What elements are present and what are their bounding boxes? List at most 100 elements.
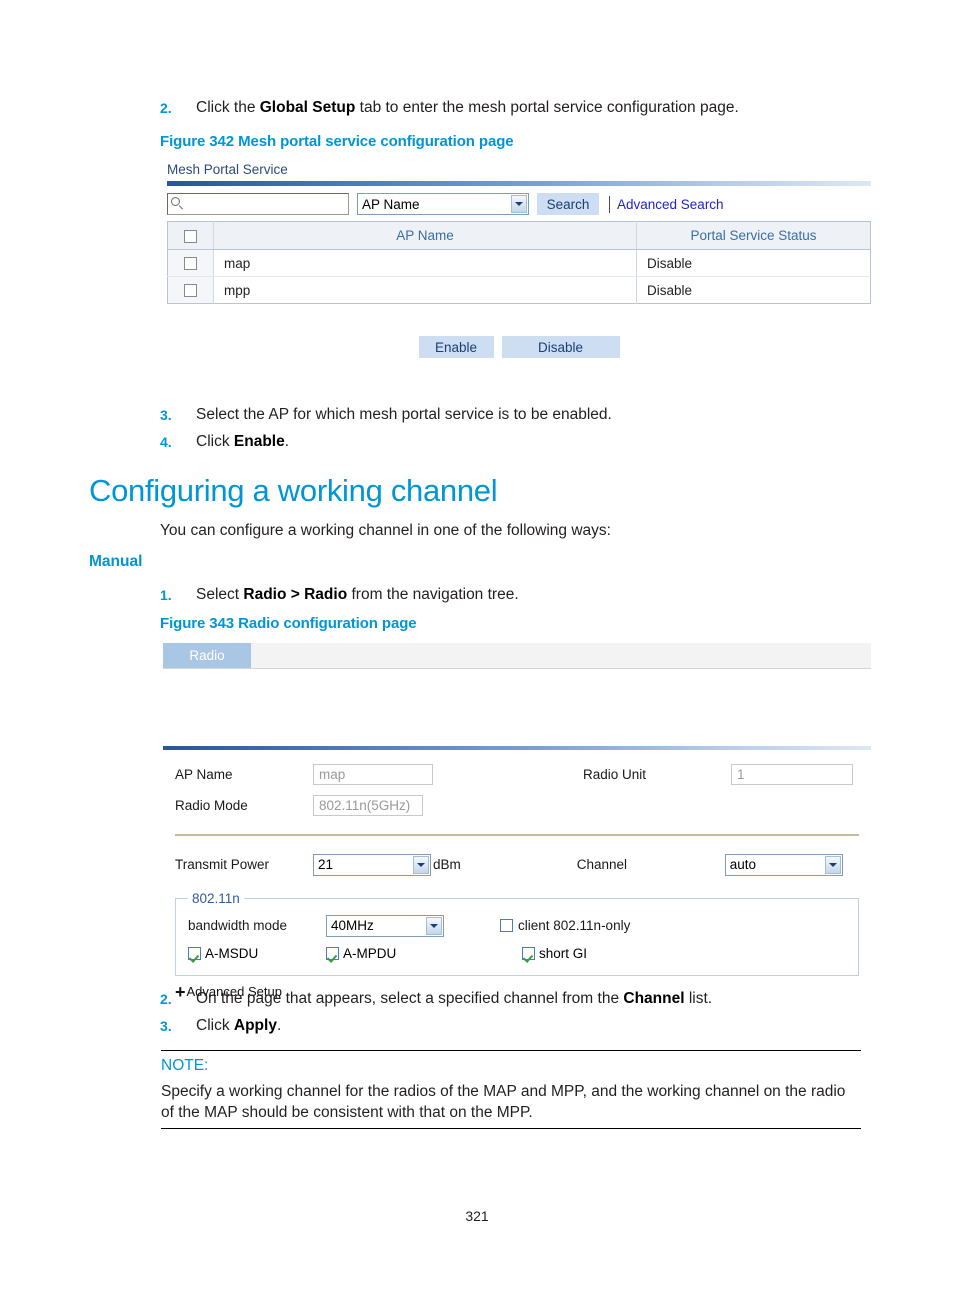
step-4: 4. Click Enable. xyxy=(160,432,880,452)
step-text: Select the AP for which mesh portal serv… xyxy=(196,406,612,423)
search-input[interactable] xyxy=(167,193,349,215)
row-bandwidth-mode: bandwidth mode 40MHz client 802.11n-only xyxy=(188,910,846,941)
row-checkbox[interactable] xyxy=(183,257,197,271)
form-divider xyxy=(175,834,859,836)
step-number: 2. xyxy=(160,991,172,1007)
step-number: 3. xyxy=(160,407,172,423)
short-gi-label: short GI xyxy=(539,946,588,961)
table-action-buttons: Enable Disable xyxy=(167,336,871,358)
step-text: Click Enable. xyxy=(196,432,880,452)
figure-342-caption: Figure 342 Mesh portal service configura… xyxy=(160,133,514,150)
amsdu-label: A-MSDU xyxy=(205,946,259,961)
transmit-power-select[interactable]: 21 xyxy=(313,853,431,876)
note-label: NOTE: xyxy=(161,1057,209,1074)
short-gi-checkbox[interactable] xyxy=(522,947,535,960)
step-text-before: Click the xyxy=(196,99,260,116)
cell-portal-service-status: Disable xyxy=(636,249,871,277)
ap-name-field: map xyxy=(313,764,433,785)
short-gi-checkbox-group[interactable]: short GI xyxy=(522,946,587,961)
radio-mode-label: Radio Mode xyxy=(175,798,248,813)
radio-configuration-screenshot: Radio AP Name map Radio Unit 1 Radio Mod… xyxy=(163,643,871,1001)
step-text-after: tab to enter the mesh portal service con… xyxy=(355,99,739,116)
step-text-before: On the page that appears, select a speci… xyxy=(196,990,624,1007)
ampdu-checkbox[interactable] xyxy=(326,947,339,960)
step-text-bold: Global Setup xyxy=(259,99,356,116)
table-row[interactable]: mpp Disable xyxy=(167,276,871,304)
step-text-bold: Apply xyxy=(233,1017,277,1034)
disable-button[interactable]: Disable xyxy=(501,336,620,358)
dot11n-group: 802.11n bandwidth mode 40MHz client 802.… xyxy=(175,891,859,976)
channel-select[interactable]: auto xyxy=(724,853,843,876)
row-aggregation-checkboxes: A-MSDU A-MPDU short GI xyxy=(188,941,846,966)
amsdu-checkbox-group[interactable]: A-MSDU xyxy=(188,946,326,961)
step-text-bold: Channel xyxy=(623,990,685,1007)
form-power-channel: Transmit Power 21 dBm Channel auto xyxy=(163,840,871,885)
step-text: Select Radio > Radio from the navigation… xyxy=(196,585,880,605)
step-text: Click the Global Setup tab to enter the … xyxy=(196,98,880,118)
column-header-ap-name[interactable]: AP Name xyxy=(213,221,637,250)
tab-radio[interactable]: Radio xyxy=(163,643,251,668)
chevron-down-icon xyxy=(511,195,527,213)
client-n-only-label: client 802.11n-only xyxy=(518,918,631,933)
chevron-down-icon xyxy=(426,916,442,935)
step-number: 4. xyxy=(160,434,172,450)
row-select-cell xyxy=(167,276,214,304)
row-checkbox[interactable] xyxy=(183,284,197,298)
table-row[interactable]: map Disable xyxy=(167,249,871,277)
search-field-select[interactable]: AP Name xyxy=(357,193,529,215)
transmit-power-label: Transmit Power xyxy=(175,857,270,872)
ap-name-label: AP Name xyxy=(175,767,233,782)
step-text-bold: Radio > Radio xyxy=(243,586,348,603)
search-toolbar: AP Name Search Advanced Search xyxy=(167,186,871,221)
search-icon xyxy=(171,197,180,206)
chevron-down-icon xyxy=(824,855,841,874)
step-1-radio: 1. Select Radio > Radio from the navigat… xyxy=(160,585,880,605)
page-title: Configuring a working channel xyxy=(89,473,498,508)
step-text-after: list. xyxy=(684,990,713,1007)
client-n-only-checkbox-group[interactable]: client 802.11n-only xyxy=(500,918,630,933)
transmit-power-unit: dBm xyxy=(433,857,461,872)
search-button[interactable]: Search xyxy=(537,193,599,215)
enable-button[interactable]: Enable xyxy=(418,336,494,358)
step-2-bottom: 2. On the page that appears, select a sp… xyxy=(160,989,880,1009)
ap-table: AP Name Portal Service Status map Disabl… xyxy=(167,221,871,304)
amsdu-checkbox[interactable] xyxy=(188,947,201,960)
row-ap-name: AP Name map Radio Unit 1 xyxy=(175,759,859,790)
row-radio-mode: Radio Mode 802.11n(5GHz) xyxy=(175,790,859,821)
step-2-top: 2. Click the Global Setup tab to enter t… xyxy=(160,98,880,118)
section-intro: You can configure a working channel in o… xyxy=(160,522,611,539)
page-number: 321 xyxy=(465,1208,489,1224)
figure-343-caption: Figure 343 Radio configuration page xyxy=(160,615,417,632)
advanced-search-link[interactable]: Advanced Search xyxy=(617,197,724,212)
column-header-portal-service-status[interactable]: Portal Service Status xyxy=(636,221,871,250)
transmit-power-value: 21 xyxy=(318,857,334,872)
table-header-row: AP Name Portal Service Status xyxy=(167,221,871,250)
step-text-before: Click xyxy=(196,1017,234,1034)
client-n-only-checkbox[interactable] xyxy=(500,919,513,932)
tab-bar: Radio xyxy=(163,643,871,669)
bandwidth-mode-value: 40MHz xyxy=(331,918,374,933)
panel-title: Mesh Portal Service xyxy=(167,162,288,177)
dot11n-legend: 802.11n xyxy=(192,891,240,906)
step-3-bottom: 3. Click Apply. xyxy=(160,1016,880,1036)
step-text-bold: Enable xyxy=(233,433,285,450)
cell-ap-name: map xyxy=(213,249,637,277)
step-text-after: . xyxy=(284,433,290,450)
step-number: 2. xyxy=(160,100,172,116)
radio-mode-field: 802.11n(5GHz) xyxy=(313,795,423,816)
channel-label: Channel xyxy=(576,857,628,872)
chevron-down-icon xyxy=(413,855,429,874)
step-text-after: . xyxy=(276,1017,282,1034)
cell-portal-service-status: Disable xyxy=(636,276,871,304)
bandwidth-mode-select[interactable]: 40MHz xyxy=(326,914,444,937)
select-all-checkbox[interactable] xyxy=(183,229,197,243)
step-text: Click Apply. xyxy=(196,1016,880,1036)
note-top-rule xyxy=(161,1050,861,1051)
step-text-before: Click xyxy=(196,433,234,450)
step-number: 1. xyxy=(160,587,172,603)
row-transmit-power: Transmit Power 21 dBm Channel auto xyxy=(175,849,859,880)
toolbar-divider xyxy=(609,195,610,213)
ampdu-checkbox-group[interactable]: A-MPDU xyxy=(326,946,522,961)
bandwidth-mode-label: bandwidth mode xyxy=(188,918,288,933)
radio-unit-label: Radio Unit xyxy=(583,767,647,782)
